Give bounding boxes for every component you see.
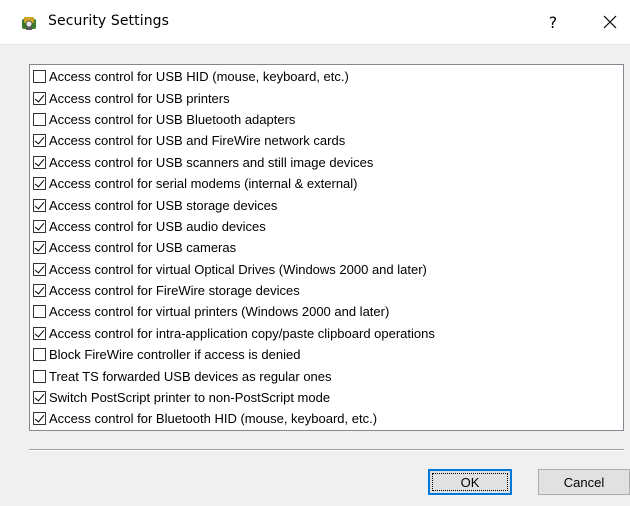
option-row[interactable]: Access control for USB printers	[30, 87, 623, 108]
ok-button[interactable]: OK	[428, 469, 512, 495]
option-label: Treat TS forwarded USB devices as regula…	[49, 368, 332, 384]
option-label: Access control for serial modems (intern…	[49, 176, 358, 192]
option-row[interactable]: Access control for FireWire storage devi…	[30, 280, 623, 301]
option-label: Access control for USB cameras	[49, 240, 237, 256]
checkbox-checked[interactable]	[33, 284, 46, 298]
checkbox-checked[interactable]	[33, 91, 46, 105]
option-label: Access control for USB Bluetooth adapter…	[49, 111, 296, 127]
checkbox-checked[interactable]	[33, 326, 46, 340]
option-label: Access control for USB printers	[49, 90, 230, 106]
option-row[interactable]: Block FireWire controller if access is d…	[30, 344, 623, 365]
title-bar: Security Settings ?	[0, 0, 630, 45]
divider	[29, 449, 624, 451]
checkbox-checked[interactable]	[33, 198, 46, 212]
option-row[interactable]: Access control for USB storage devices	[30, 194, 623, 215]
checkbox-checked[interactable]	[33, 155, 46, 169]
checkbox-checked[interactable]	[33, 412, 46, 426]
option-label: Access control for USB and FireWire netw…	[49, 133, 346, 149]
option-row[interactable]: Access control for USB cameras	[30, 237, 623, 258]
checkbox-unchecked[interactable]	[33, 348, 46, 362]
option-row[interactable]: Treat TS forwarded USB devices as regula…	[30, 365, 623, 386]
option-row[interactable]: Access control for USB Bluetooth adapter…	[30, 109, 623, 130]
option-label: Access control for Bluetooth HID (mouse,…	[49, 411, 378, 427]
checkbox-unchecked[interactable]	[33, 305, 46, 319]
checkbox-checked[interactable]	[33, 134, 46, 148]
cancel-button-label: Cancel	[563, 474, 605, 490]
checkbox-checked[interactable]	[33, 262, 46, 276]
option-row[interactable]: Access control for USB audio devices	[30, 216, 623, 237]
help-button[interactable]: ?	[531, 0, 575, 44]
checkbox-checked[interactable]	[33, 241, 46, 255]
option-label: Access control for virtual printers (Win…	[49, 304, 390, 320]
close-icon	[603, 15, 617, 29]
checkbox-unchecked[interactable]	[33, 70, 46, 84]
option-row[interactable]: Access control for USB HID (mouse, keybo…	[30, 66, 623, 87]
option-label: Access control for USB HID (mouse, keybo…	[49, 69, 349, 85]
option-row[interactable]: Access control for virtual Optical Drive…	[30, 259, 623, 280]
option-row[interactable]: Access control for virtual printers (Win…	[30, 301, 623, 322]
option-row[interactable]: Access control for serial modems (intern…	[30, 173, 623, 194]
cancel-button[interactable]: Cancel	[538, 469, 630, 495]
checkbox-unchecked[interactable]	[33, 112, 46, 126]
window-title: Security Settings	[48, 13, 170, 29]
checkbox-unchecked[interactable]	[33, 369, 46, 383]
option-label: Switch PostScript printer to non-PostScr…	[49, 390, 331, 406]
focus-rectangle	[432, 473, 508, 491]
checkbox-checked[interactable]	[33, 219, 46, 233]
option-label: Access control for USB storage devices	[49, 197, 278, 213]
option-row[interactable]: Switch PostScript printer to non-PostScr…	[30, 387, 623, 408]
option-label: Access control for USB audio devices	[49, 218, 266, 234]
option-row[interactable]: Access control for intra-application cop…	[30, 323, 623, 344]
option-label: Access control for USB scanners and stil…	[49, 154, 374, 170]
option-label: Access control for virtual Optical Drive…	[49, 261, 427, 277]
option-label: Access control for FireWire storage devi…	[49, 283, 300, 299]
close-button[interactable]	[590, 0, 630, 44]
checkbox-checked[interactable]	[33, 177, 46, 191]
device-access-options-list[interactable]: Access control for USB HID (mouse, keybo…	[29, 64, 624, 431]
option-row[interactable]: Access control for USB scanners and stil…	[30, 152, 623, 173]
option-row[interactable]: Access control for USB and FireWire netw…	[30, 130, 623, 151]
security-shield-icon	[20, 14, 38, 32]
checkbox-checked[interactable]	[33, 391, 46, 405]
option-label: Access control for intra-application cop…	[49, 325, 435, 341]
option-row[interactable]: Access control for Bluetooth HID (mouse,…	[30, 408, 623, 429]
option-label: Block FireWire controller if access is d…	[49, 347, 301, 363]
